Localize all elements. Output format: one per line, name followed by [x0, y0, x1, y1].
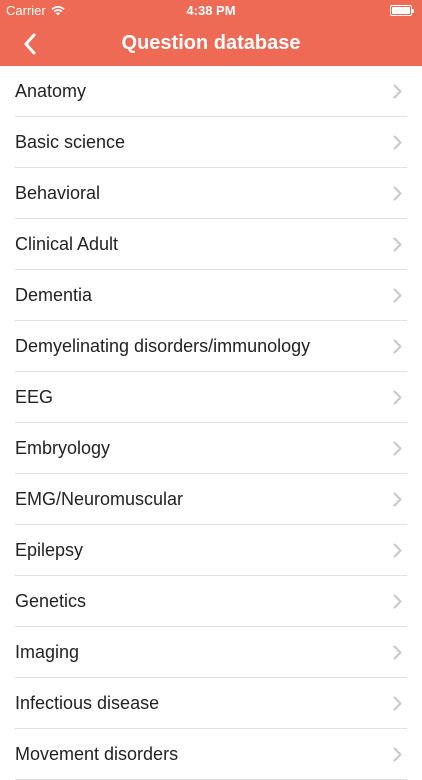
list-item-label: Infectious disease [15, 693, 160, 713]
list-item-label: EEG [15, 387, 54, 407]
list-item-label: Movement disorders [15, 744, 179, 764]
chevron-right-icon [393, 492, 402, 507]
page-title: Question database [121, 32, 301, 54]
list-item-label: Epilepsy [15, 540, 84, 560]
list-item-label: Anatomy [15, 81, 87, 101]
list-item-label: Basic science [15, 132, 126, 152]
list-item[interactable]: EMG/Neuromuscular [0, 474, 422, 525]
status-right [390, 5, 414, 16]
list-item-label: Genetics [15, 591, 87, 611]
chevron-right-icon [393, 390, 402, 405]
chevron-right-icon [393, 237, 402, 252]
list-item-label: Behavioral [15, 183, 101, 203]
chevron-right-icon [393, 543, 402, 558]
list-item[interactable]: Epilepsy [0, 525, 422, 576]
battery-icon [390, 5, 414, 16]
chevron-right-icon [393, 339, 402, 354]
status-time: 4:38 PM [186, 3, 236, 18]
list-item[interactable]: Anatomy [0, 66, 422, 117]
list-item[interactable]: Behavioral [0, 168, 422, 219]
status-bar: Carrier 4:38 PM [0, 0, 422, 22]
list-item[interactable]: Infectious disease [0, 678, 422, 729]
list-item[interactable]: Movement disorders [0, 729, 422, 780]
list-item[interactable]: Dementia [0, 270, 422, 321]
header: Carrier 4:38 PM Question database [0, 0, 422, 66]
category-list: Anatomy Basic science Behavioral Clinica… [0, 66, 422, 780]
list-item-label: Clinical Adult [15, 234, 119, 254]
list-item[interactable]: Genetics [0, 576, 422, 627]
list-item-label: Dementia [15, 285, 93, 305]
list-item[interactable]: Basic science [0, 117, 422, 168]
list-item[interactable]: Embryology [0, 423, 422, 474]
list-item[interactable]: Clinical Adult [0, 219, 422, 270]
chevron-right-icon [393, 441, 402, 456]
chevron-right-icon [393, 747, 402, 762]
list-item[interactable]: EEG [0, 372, 422, 423]
chevron-right-icon [393, 135, 402, 150]
chevron-right-icon [393, 696, 402, 711]
chevron-right-icon [393, 594, 402, 609]
list-item[interactable]: Imaging [0, 627, 422, 678]
chevron-right-icon [393, 288, 402, 303]
list-item-label: Embryology [15, 438, 111, 458]
chevron-right-icon [393, 645, 402, 660]
list-item[interactable]: Demyelinating disorders/immunology [0, 321, 422, 372]
list-item-label: Demyelinating disorders/immunology [15, 336, 311, 356]
list-item-label: EMG/Neuromuscular [15, 489, 184, 509]
list-item-label: Imaging [15, 642, 80, 662]
nav-bar: Question database [0, 22, 422, 66]
chevron-right-icon [393, 84, 402, 99]
chevron-right-icon [393, 186, 402, 201]
